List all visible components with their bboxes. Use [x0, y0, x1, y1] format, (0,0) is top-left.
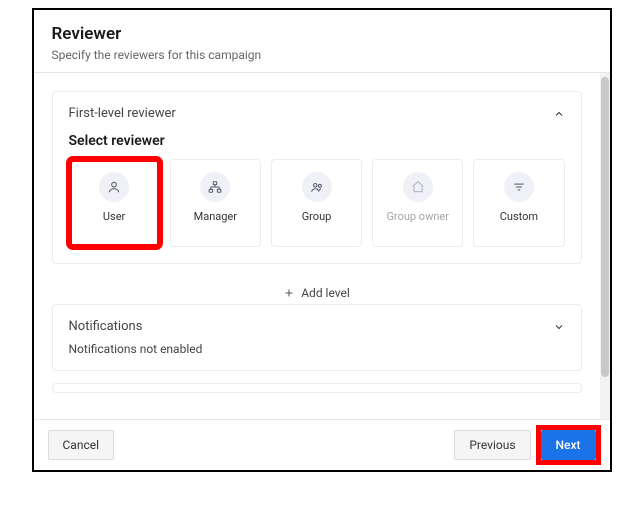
reviewer-option-manager[interactable]: Manager — [170, 159, 261, 247]
reviewer-dialog: Reviewer Specify the reviewers for this … — [32, 8, 612, 472]
dialog-body: First-level reviewer Select reviewer Use… — [34, 73, 600, 419]
select-reviewer-heading: Select reviewer — [53, 129, 581, 159]
reviewer-option-custom[interactable]: Custom — [473, 159, 564, 247]
reviewer-option-group[interactable]: Group — [271, 159, 362, 247]
notifications-status: Notifications not enabled — [53, 340, 581, 370]
plus-icon — [283, 287, 295, 299]
chevron-down-icon — [553, 321, 565, 333]
add-level-label: Add level — [301, 286, 350, 300]
dialog-body-wrap: First-level reviewer Select reviewer Use… — [34, 73, 610, 419]
first-level-title: First-level reviewer — [69, 106, 176, 121]
vertical-scrollbar[interactable] — [600, 73, 610, 419]
chevron-up-icon — [553, 108, 565, 120]
user-icon — [99, 172, 129, 202]
first-level-panel: First-level reviewer Select reviewer Use… — [52, 91, 582, 264]
filter-icon — [504, 172, 534, 202]
next-button-highlight: Next — [541, 430, 596, 460]
notifications-header[interactable]: Notifications — [53, 305, 581, 340]
hierarchy-icon — [200, 172, 230, 202]
option-label: Custom — [500, 210, 538, 223]
option-label: Group owner — [386, 210, 449, 223]
reviewer-options: User Manager Group — [53, 159, 581, 263]
cancel-button[interactable]: Cancel — [48, 430, 115, 460]
dialog-header: Reviewer Specify the reviewers for this … — [34, 10, 610, 73]
next-button[interactable]: Next — [541, 430, 596, 460]
previous-button[interactable]: Previous — [454, 430, 530, 460]
option-label: Manager — [194, 210, 237, 223]
scrollbar-thumb[interactable] — [601, 77, 609, 377]
reviewer-option-group-owner[interactable]: Group owner — [372, 159, 463, 247]
add-level-button[interactable]: Add level — [52, 276, 582, 304]
notifications-title: Notifications — [69, 319, 143, 334]
first-level-header[interactable]: First-level reviewer — [53, 92, 581, 129]
option-label: User — [103, 210, 125, 223]
option-label: Group — [302, 210, 332, 223]
next-panel-peek — [52, 383, 582, 393]
group-icon — [302, 172, 332, 202]
footer-right-buttons: Previous Next — [454, 430, 595, 460]
page-subtitle: Specify the reviewers for this campaign — [52, 48, 592, 62]
page-title: Reviewer — [52, 24, 592, 44]
dialog-footer: Cancel Previous Next — [34, 419, 610, 470]
home-icon — [403, 172, 433, 202]
notifications-panel: Notifications Notifications not enabled — [52, 304, 582, 371]
reviewer-option-user[interactable]: User — [69, 159, 160, 247]
